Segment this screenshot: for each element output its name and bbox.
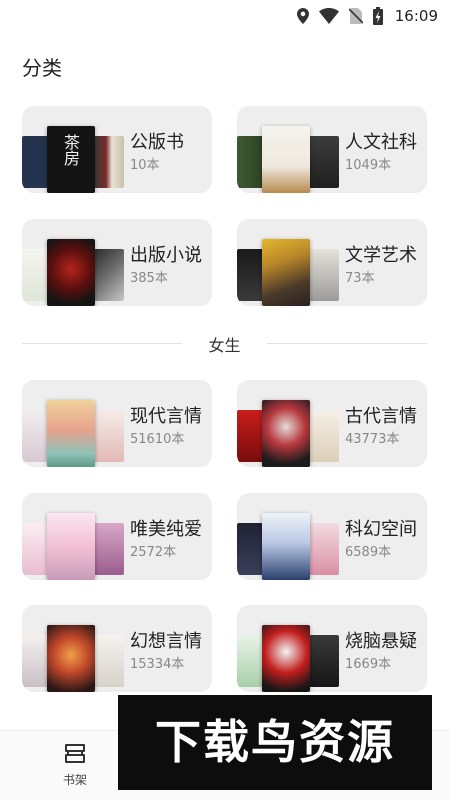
- book-cover: [262, 400, 310, 467]
- category-card-fantasy-romance[interactable]: 幻想言情 15334本: [22, 605, 212, 692]
- page-title: 分类: [22, 56, 62, 80]
- book-covers: [237, 380, 343, 467]
- category-name: 公版书: [130, 132, 184, 153]
- book-cover: [262, 239, 310, 306]
- book-cover: [47, 625, 95, 692]
- book-cover: [262, 126, 310, 193]
- location-icon: [296, 8, 309, 24]
- book-covers: [237, 605, 343, 692]
- status-icons: 16:09: [296, 5, 438, 27]
- category-card-modern-romance[interactable]: 现代言情 51610本: [22, 380, 212, 467]
- section-divider-female: 女生: [22, 332, 427, 355]
- category-name: 人文社科: [345, 132, 417, 153]
- category-count: 43773本: [345, 432, 400, 447]
- book-covers: [22, 493, 128, 580]
- no-sim-icon: [348, 8, 363, 24]
- book-cover: [309, 249, 339, 301]
- divider-line: [267, 343, 427, 344]
- category-card-public-domain[interactable]: 茶房 公版书 10本: [22, 106, 212, 193]
- category-count: 2572本: [130, 545, 177, 560]
- book-cover: [309, 410, 339, 462]
- book-cover: [262, 625, 310, 692]
- book-covers: [237, 493, 343, 580]
- book-cover: 茶房: [47, 126, 95, 193]
- book-covers: [22, 605, 128, 692]
- book-cover: [94, 523, 124, 575]
- category-name: 出版小说: [130, 245, 202, 266]
- category-name: 烧脑悬疑: [345, 631, 417, 652]
- category-count: 15334本: [130, 657, 185, 672]
- nav-bookshelf-label: 书架: [62, 773, 87, 787]
- category-name: 古代言情: [345, 406, 417, 427]
- watermark-text: 下载鸟资源: [155, 715, 395, 769]
- divider-label: 女生: [208, 336, 241, 355]
- category-count: 1049本: [345, 158, 392, 173]
- category-count: 10本: [130, 158, 160, 173]
- book-cover: [94, 410, 124, 462]
- category-card-pure-love[interactable]: 唯美纯爱 2572本: [22, 493, 212, 580]
- category-count: 51610本: [130, 432, 185, 447]
- category-card-published-fiction[interactable]: 出版小说 385本: [22, 219, 212, 306]
- book-covers: [22, 380, 128, 467]
- wifi-icon: [318, 8, 339, 24]
- status-bar: 16:09: [0, 0, 450, 32]
- book-covers: [237, 219, 343, 306]
- category-name: 现代言情: [130, 406, 202, 427]
- category-name: 科幻空间: [345, 519, 417, 540]
- category-card-ancient-romance[interactable]: 古代言情 43773本: [237, 380, 427, 467]
- book-covers: [237, 106, 343, 193]
- book-cover: [262, 513, 310, 580]
- book-cover: [309, 136, 339, 188]
- category-count: 385本: [130, 271, 168, 286]
- book-cover: [309, 635, 339, 687]
- book-covers: 茶房: [22, 106, 128, 193]
- clock: 16:09: [394, 7, 438, 25]
- category-count: 1669本: [345, 657, 392, 672]
- book-cover: [309, 523, 339, 575]
- nav-bookshelf[interactable]: 书架: [48, 741, 102, 795]
- category-name: 幻想言情: [130, 631, 202, 652]
- category-card-sci-fi-space[interactable]: 科幻空间 6589本: [237, 493, 427, 580]
- book-cover: [47, 400, 95, 467]
- book-cover: [94, 635, 124, 687]
- book-cover: [47, 513, 95, 580]
- bookshelf-icon: [65, 744, 85, 763]
- category-card-literature-art[interactable]: 文学艺术 73本: [237, 219, 427, 306]
- book-cover: [47, 239, 95, 306]
- category-count: 6589本: [345, 545, 392, 560]
- category-card-humanities[interactable]: 人文社科 1049本: [237, 106, 427, 193]
- watermark-banner: 下载鸟资源: [118, 695, 432, 790]
- category-name: 唯美纯爱: [130, 519, 202, 540]
- book-cover: [94, 249, 124, 301]
- category-name: 文学艺术: [345, 245, 417, 266]
- book-covers: [22, 219, 128, 306]
- category-count: 73本: [345, 271, 375, 286]
- battery-charging-icon: [372, 7, 383, 25]
- category-card-suspense[interactable]: 烧脑悬疑 1669本: [237, 605, 427, 692]
- book-cover: [94, 136, 124, 188]
